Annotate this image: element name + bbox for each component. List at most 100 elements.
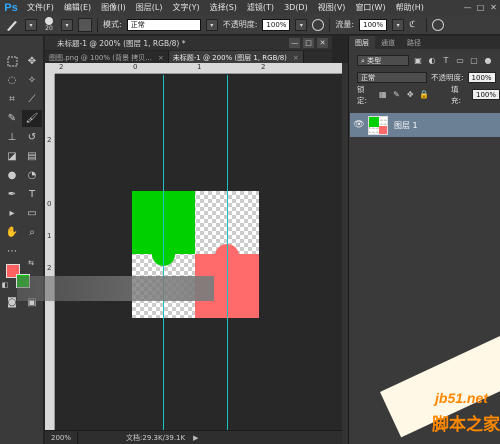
move-tool-icon[interactable]: ✥ bbox=[22, 53, 42, 70]
doc-close-button[interactable]: ✕ bbox=[317, 38, 328, 48]
chevron-down-icon[interactable]: ▾ bbox=[295, 18, 308, 31]
chevron-down-icon[interactable]: ▾ bbox=[61, 18, 73, 31]
path-select-icon[interactable]: ▸ bbox=[2, 205, 22, 222]
hand-tool-icon[interactable]: ✋ bbox=[2, 224, 22, 241]
ruler-number: 0 bbox=[133, 63, 138, 71]
layer-opacity-input[interactable]: 100% bbox=[467, 72, 496, 83]
tab-channels[interactable]: 通道 bbox=[375, 36, 401, 49]
pressure-size-icon[interactable] bbox=[432, 18, 445, 31]
menu-window[interactable]: 窗口(W) bbox=[350, 2, 390, 13]
brush-size-value: 20 bbox=[45, 25, 53, 32]
pen-tool-icon[interactable]: ✒ bbox=[2, 186, 22, 203]
menu-select[interactable]: 选择(S) bbox=[205, 2, 242, 13]
eraser-tool-icon[interactable]: ◪ bbox=[2, 148, 22, 165]
vertical-guide[interactable] bbox=[163, 75, 164, 430]
opacity-input[interactable]: 100% bbox=[262, 18, 291, 31]
minimize-button[interactable]: — bbox=[461, 0, 474, 15]
mode-select[interactable]: 正常 bbox=[126, 18, 201, 31]
blend-mode-select[interactable]: 正常 bbox=[357, 72, 427, 83]
chevron-down-icon[interactable]: ▾ bbox=[25, 18, 37, 31]
close-icon[interactable]: × bbox=[293, 54, 299, 62]
healing-brush-icon[interactable]: ✎ bbox=[2, 110, 22, 127]
flow-input[interactable]: 100% bbox=[359, 18, 388, 31]
zoom-tool-icon[interactable]: ⌕ bbox=[22, 224, 42, 241]
filter-toggle-icon[interactable]: ● bbox=[483, 56, 493, 66]
status-menu-arrow-icon[interactable]: ▶ bbox=[193, 434, 198, 442]
pressure-opacity-icon[interactable] bbox=[312, 18, 325, 31]
canvas-area[interactable] bbox=[17, 75, 342, 430]
more-tools-icon[interactable]: ⋯ bbox=[2, 243, 22, 260]
window-controls: — □ ✕ bbox=[461, 0, 500, 15]
opacity-label: 不透明度: bbox=[222, 20, 258, 29]
gradient-tool-icon[interactable]: ▤ bbox=[22, 148, 42, 165]
ruler-number: 1 bbox=[197, 63, 202, 71]
chevron-down-icon[interactable]: ▾ bbox=[205, 18, 218, 31]
menu-3d[interactable]: 3D(D) bbox=[279, 3, 313, 12]
menu-filter[interactable]: 滤镜(T) bbox=[242, 2, 279, 13]
eyedropper-icon[interactable]: ⟋ bbox=[22, 91, 42, 108]
brush-preset-picker[interactable]: 20 bbox=[42, 17, 56, 32]
swap-colors-icon[interactable]: ⇆ bbox=[26, 258, 36, 268]
filter-adjust-icon[interactable]: ◐ bbox=[427, 56, 437, 66]
menu-view[interactable]: 视图(V) bbox=[313, 2, 351, 13]
ruler-origin[interactable] bbox=[45, 63, 55, 74]
menu-image[interactable]: 图像(I) bbox=[96, 2, 131, 13]
dodge-tool-icon[interactable]: ◔ bbox=[22, 167, 42, 184]
filter-smart-icon[interactable]: ▢ bbox=[469, 56, 479, 66]
close-button[interactable]: ✕ bbox=[487, 0, 500, 15]
filter-pixel-icon[interactable]: ▣ bbox=[413, 56, 423, 66]
brush-tool-icon[interactable]: 🖌 bbox=[22, 110, 42, 127]
filter-type-icon[interactable]: T bbox=[441, 56, 451, 66]
menu-help[interactable]: 帮助(H) bbox=[391, 2, 429, 13]
lock-pixels-icon[interactable]: ✎ bbox=[392, 90, 402, 100]
status-bar: 200% 文档:29.3K/39.1K ▶ bbox=[45, 430, 342, 444]
menu-layer[interactable]: 图层(L) bbox=[131, 2, 168, 13]
close-icon[interactable]: × bbox=[158, 54, 164, 62]
stamp-tool-icon[interactable]: ⊥ bbox=[2, 129, 22, 146]
shape-tool-icon[interactable]: ▭ bbox=[22, 205, 42, 222]
maximize-button[interactable]: □ bbox=[474, 0, 487, 15]
ruler-number: 2 bbox=[47, 136, 52, 144]
document-title: 未标题-1 @ 200% (图层 1, RGB/8) * bbox=[57, 38, 186, 48]
menu-edit[interactable]: 编辑(E) bbox=[59, 2, 96, 13]
fill-input[interactable]: 100% bbox=[472, 89, 500, 100]
tab-paths[interactable]: 路径 bbox=[401, 36, 427, 49]
zoom-level[interactable]: 200% bbox=[45, 430, 79, 444]
blur-tool-icon[interactable]: ● bbox=[2, 167, 22, 184]
tab-untitled-1[interactable]: 未标题-1 @ 200% (图层 1, RGB/8) × bbox=[168, 51, 304, 63]
tab-image-png[interactable]: 图图.png @ 100% (背景 拷贝... × bbox=[45, 51, 169, 63]
app-logo[interactable]: Ps bbox=[0, 2, 22, 14]
vertical-guide[interactable] bbox=[227, 75, 228, 430]
default-colors-icon[interactable]: ◧ bbox=[0, 280, 10, 290]
lock-transparent-icon[interactable]: ▦ bbox=[378, 90, 388, 100]
opacity-label: 不透明度: bbox=[431, 73, 464, 82]
ruler-number: 0 bbox=[47, 200, 52, 208]
lock-all-icon[interactable]: 🔒 bbox=[419, 90, 429, 100]
document-window-titlebar[interactable]: 未标题-1 @ 200% (图层 1, RGB/8) * — □ ✕ bbox=[45, 36, 332, 50]
layer-row[interactable]: 👁 图层 1 bbox=[350, 113, 500, 137]
doc-minimize-button[interactable]: — bbox=[289, 38, 300, 48]
history-brush-icon[interactable]: ↺ bbox=[22, 129, 42, 146]
marquee-tool-icon[interactable] bbox=[2, 53, 22, 70]
brush-tool-icon[interactable] bbox=[4, 17, 20, 33]
doc-maximize-button[interactable]: □ bbox=[303, 38, 314, 48]
chevron-down-icon[interactable]: ▾ bbox=[392, 18, 405, 31]
menu-file[interactable]: 文件(F) bbox=[22, 2, 59, 13]
crop-tool-icon[interactable]: ⌗ bbox=[2, 91, 22, 108]
vertical-ruler[interactable]: 2 0 1 2 bbox=[45, 74, 55, 430]
brush-panel-icon[interactable] bbox=[78, 17, 92, 32]
document-size-info[interactable]: 文档:29.3K/39.1K bbox=[78, 433, 185, 443]
tab-layers[interactable]: 图层 bbox=[349, 36, 375, 49]
lock-position-icon[interactable]: ✥ bbox=[405, 90, 415, 100]
tab-label: 图图.png @ 100% (背景 拷贝... bbox=[49, 54, 152, 62]
horizontal-ruler[interactable]: 2 0 1 2 bbox=[55, 63, 342, 74]
filter-type-select[interactable]: ⌕ 类型 bbox=[357, 55, 409, 66]
magic-wand-icon[interactable]: ✧ bbox=[22, 72, 42, 89]
layer-name[interactable]: 图层 1 bbox=[394, 120, 418, 131]
menu-type[interactable]: 文字(Y) bbox=[167, 2, 204, 13]
lasso-tool-icon[interactable]: ◌ bbox=[2, 72, 22, 89]
eye-icon[interactable]: 👁 bbox=[350, 120, 368, 130]
airbrush-icon[interactable]: ℭ bbox=[409, 19, 421, 31]
type-tool-icon[interactable]: T bbox=[22, 186, 42, 203]
filter-shape-icon[interactable]: ▭ bbox=[455, 56, 465, 66]
